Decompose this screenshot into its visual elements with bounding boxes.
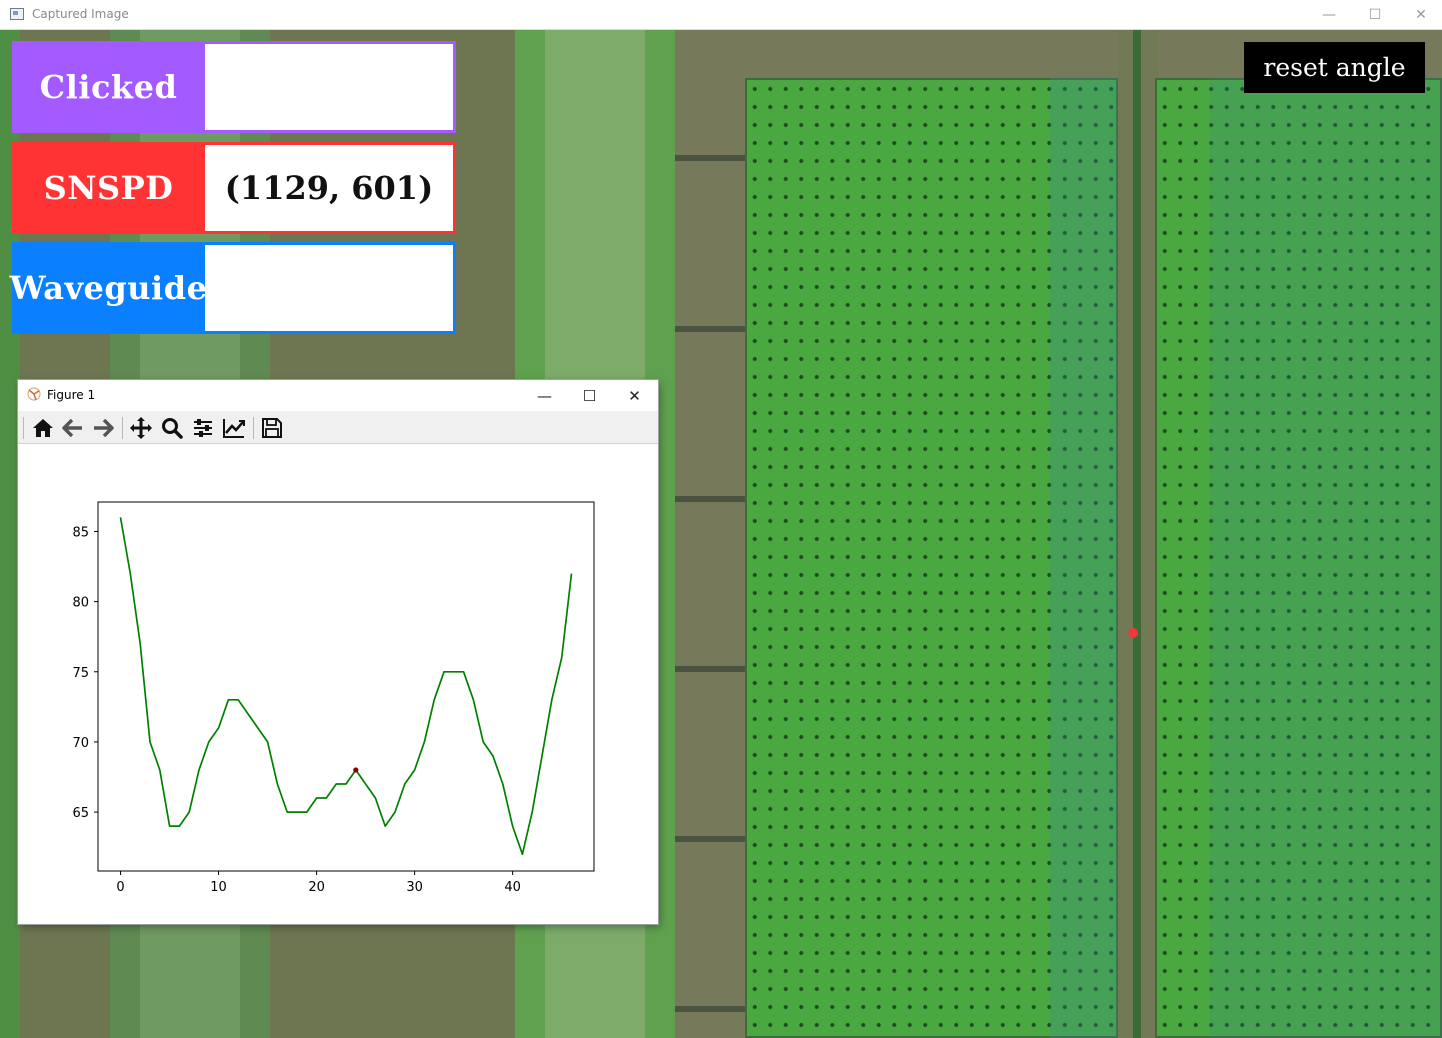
y-tick-label: 75 (72, 666, 89, 681)
chip-line-1 (675, 155, 745, 161)
home-icon[interactable] (30, 415, 56, 441)
highlight-point (353, 767, 359, 773)
save-icon[interactable] (259, 415, 285, 441)
x-tick-label: 10 (210, 880, 227, 895)
waveguide-panel: Waveguide (10, 242, 456, 334)
window-title: Captured Image (32, 7, 129, 21)
zoom-icon[interactable] (159, 415, 185, 441)
y-tick-label: 65 (72, 806, 89, 821)
snspd-panel: SNSPD (1129, 601) (12, 142, 456, 234)
clicked-panel: Clicked (12, 41, 456, 133)
figure-title: Figure 1 (47, 388, 96, 402)
x-tick-label: 0 (116, 880, 124, 895)
configure-subplots-icon[interactable] (190, 415, 216, 441)
chip-line-4 (675, 666, 745, 672)
clicked-label: Clicked (12, 41, 205, 133)
waveguide-value (205, 245, 453, 331)
snspd-value: (1129, 601) (205, 145, 453, 231)
figure-window: Figure 1 — ☐ ✕ 0 10 20 30 40 65 70 75 80… (18, 380, 658, 924)
snspd-marker (1128, 628, 1138, 638)
figure-minimize-button[interactable]: — (522, 380, 567, 411)
minimize-button[interactable]: — (1306, 0, 1352, 30)
app-image-icon (10, 8, 24, 20)
edit-axis-icon[interactable] (221, 415, 247, 441)
window-title-bar: Captured Image — ☐ ✕ (0, 0, 1442, 30)
x-tick-label: 30 (406, 880, 423, 895)
y-tick-label: 70 (72, 736, 89, 751)
figure-maximize-button[interactable]: ☐ (567, 380, 612, 411)
toolbar-separator-2 (253, 417, 254, 439)
chip-line-3 (675, 496, 745, 502)
back-icon[interactable] (60, 415, 86, 441)
pan-icon[interactable] (128, 415, 154, 441)
y-tick-label: 85 (72, 525, 89, 540)
close-button[interactable]: ✕ (1398, 0, 1442, 30)
x-tick-label: 40 (504, 880, 521, 895)
toolbar-separator-1 (122, 417, 123, 439)
forward-icon[interactable] (90, 415, 116, 441)
matplotlib-icon (27, 387, 41, 401)
chip-line-5 (675, 836, 745, 842)
toolbar-grip (23, 417, 24, 439)
clicked-value (205, 44, 453, 130)
figure-close-button[interactable]: ✕ (612, 380, 657, 411)
y-tick-label: 80 (72, 596, 89, 611)
chip-top-mid (745, 30, 1118, 78)
waveguide-line (1133, 30, 1141, 1038)
line-chart: 0 10 20 30 40 65 70 75 80 85 (72, 501, 595, 895)
waveguide-label: Waveguide (10, 242, 207, 334)
array-tint-left (1050, 78, 1118, 1038)
figure-title-bar: Figure 1 — ☐ ✕ (18, 380, 658, 411)
chip-column (675, 30, 745, 1038)
snspd-label: SNSPD (12, 142, 205, 234)
chip-line-2 (675, 326, 745, 332)
chip-line-6 (675, 1006, 745, 1012)
maximize-button[interactable]: ☐ (1352, 0, 1398, 30)
axes-frame (97, 501, 595, 872)
axis-ticks: 0 10 20 30 40 65 70 75 80 85 (72, 525, 520, 895)
reset-angle-button[interactable]: reset angle (1244, 42, 1425, 93)
figure-toolbar (18, 411, 658, 444)
x-tick-label: 20 (308, 880, 325, 895)
series-line (119, 517, 573, 856)
array-tint-right (1210, 78, 1442, 1038)
